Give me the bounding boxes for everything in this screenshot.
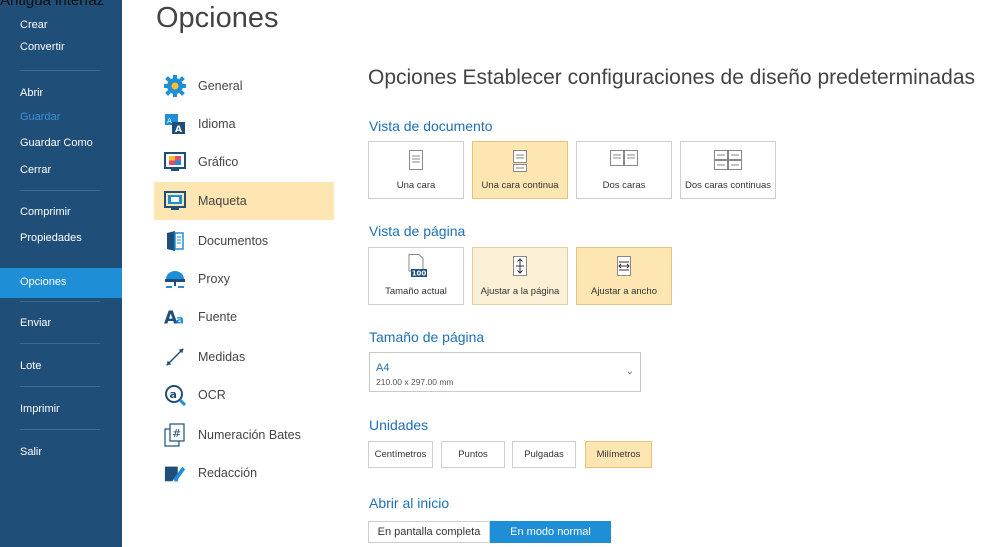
category-label: Maqueta <box>198 194 247 208</box>
single-page-icon <box>409 150 423 175</box>
caption-text: Antigua interfaz <box>0 0 105 9</box>
category-label: Gráfico <box>198 155 239 169</box>
category-maqueta[interactable]: Maqueta <box>154 182 334 220</box>
two-pages-continuous-icon <box>714 150 742 175</box>
sidebar-item-enviar[interactable]: Enviar <box>20 317 51 329</box>
category-grafico[interactable]: Gráfico <box>154 143 334 181</box>
category-label: Idioma <box>198 117 236 131</box>
category-label: General <box>198 79 243 93</box>
page-title: Opciones <box>156 2 279 34</box>
sidebar-item-abrir[interactable]: Abrir <box>20 87 43 99</box>
section-heading-document-view: Vista de documento <box>369 118 493 134</box>
sidebar-item-salir[interactable]: Salir <box>20 446 42 458</box>
view-option-dos-caras-continuas[interactable]: Dos caras continuas <box>680 141 776 199</box>
svg-text:a: a <box>170 388 177 401</box>
category-ocr[interactable]: a OCR <box>154 376 334 414</box>
section-heading-page-size: Tamaño de página <box>369 329 485 345</box>
category-general[interactable]: General <box>154 67 334 105</box>
category-label: Proxy <box>198 272 230 286</box>
startup-option-fullscreen[interactable]: En pantalla completa <box>368 521 490 543</box>
sidebar-item-opciones[interactable]: Opciones <box>20 276 66 288</box>
sidebar-item-cerrar[interactable]: Cerrar <box>20 164 51 176</box>
sidebar-divider <box>20 429 100 430</box>
svg-text:a: a <box>176 312 184 326</box>
sidebar-divider <box>20 386 100 387</box>
graphic-icon <box>164 151 186 173</box>
unit-option-centimetros[interactable]: Centímetros <box>368 441 433 468</box>
ocr-icon: a <box>164 384 186 406</box>
svg-text:A: A <box>175 125 182 135</box>
category-numeracion-bates[interactable]: # Numeración Bates <box>154 416 334 454</box>
view-option-label: Una cara continua <box>481 180 559 191</box>
view-option-label: Una cara <box>396 180 436 191</box>
startup-option-normal[interactable]: En modo normal <box>490 521 611 543</box>
view-option-label: Dos caras continuas <box>684 180 772 191</box>
font-icon: Aa <box>164 306 186 328</box>
page-option-tamano-actual[interactable]: 100 Tamaño actual <box>368 247 464 305</box>
page-option-label: Ajustar a ancho <box>590 286 657 297</box>
redaction-icon <box>164 462 186 484</box>
section-heading-units: Unidades <box>369 417 429 433</box>
svg-text:A: A <box>167 117 172 125</box>
unit-option-puntos[interactable]: Puntos <box>441 441 505 468</box>
category-fuente[interactable]: Aa Fuente <box>154 298 334 336</box>
sidebar-item-guardar: Guardar <box>20 111 61 123</box>
category-label: Redacción <box>198 466 258 480</box>
sidebar-item-propiedades[interactable]: Propiedades <box>20 232 82 244</box>
page-option-label: Tamaño actual <box>385 286 447 297</box>
category-label: OCR <box>198 388 226 402</box>
view-option-dos-caras[interactable]: Dos caras <box>576 141 672 199</box>
bates-icon: # <box>164 423 186 447</box>
fit-page-icon <box>513 256 527 281</box>
category-idioma[interactable]: AA Idioma <box>154 105 334 143</box>
svg-text:#: # <box>172 427 181 440</box>
page-option-ajustar-ancho[interactable]: Ajustar a ancho <box>576 247 672 305</box>
panel-title: Opciones Establecer configuraciones de d… <box>368 66 976 89</box>
layout-icon <box>164 190 186 212</box>
category-redaccion[interactable]: Redacción <box>154 454 334 492</box>
measure-icon <box>164 346 186 368</box>
view-option-una-cara-continua[interactable]: Una cara continua <box>472 141 568 199</box>
section-heading-startup: Abrir al inicio <box>369 495 450 511</box>
category-label: Medidas <box>198 350 246 364</box>
single-continuous-icon <box>513 150 527 177</box>
chevron-down-icon: ⌄ <box>625 366 634 377</box>
section-heading-page-view: Vista de página <box>369 223 466 239</box>
unit-option-milimetros[interactable]: Milímetros <box>585 441 652 468</box>
fit-width-icon <box>617 256 631 281</box>
view-option-label: Dos caras <box>602 180 646 191</box>
page-size-value: A4 <box>376 362 390 374</box>
gear-icon <box>164 75 186 97</box>
category-proxy[interactable]: Proxy <box>154 260 334 298</box>
documents-icon <box>164 230 186 252</box>
sidebar-item-crear[interactable]: Crear <box>20 19 48 31</box>
unit-option-pulgadas[interactable]: Pulgadas <box>512 441 576 468</box>
category-documentos[interactable]: Documentos <box>154 222 334 260</box>
sidebar-divider <box>20 190 100 191</box>
page-option-ajustar-pagina[interactable]: Ajustar a la página <box>472 247 568 305</box>
sidebar-divider <box>20 70 100 71</box>
actual-size-badge: 100 <box>412 270 427 278</box>
sidebar-item-guardar-como[interactable]: Guardar Como <box>20 137 93 149</box>
page-size-dimensions: 210.00 x 297.00 mm <box>376 377 454 387</box>
category-label: Documentos <box>198 234 269 248</box>
page-option-label: Ajustar a la página <box>480 286 560 297</box>
sidebar-item-lote[interactable]: Lote <box>20 360 41 372</box>
proxy-icon <box>164 268 186 290</box>
sidebar-item-convertir[interactable]: Convertir <box>20 41 65 53</box>
view-option-una-cara[interactable]: Una cara <box>368 141 464 199</box>
sidebar: Crear Convertir Abrir Guardar Guardar Co… <box>0 0 122 547</box>
page-size-dropdown[interactable]: A4 210.00 x 297.00 mm ⌄ <box>369 352 641 392</box>
actual-size-icon: 100 <box>405 254 427 283</box>
category-medidas[interactable]: Medidas <box>154 338 334 376</box>
sidebar-item-comprimir[interactable]: Comprimir <box>20 206 71 218</box>
two-pages-icon <box>610 150 638 171</box>
sidebar-item-imprimir[interactable]: Imprimir <box>20 403 60 415</box>
category-label: Fuente <box>198 310 237 324</box>
sidebar-divider <box>20 343 100 344</box>
category-label: Numeración Bates <box>198 428 301 442</box>
sidebar-divider <box>20 301 100 302</box>
language-icon: AA <box>164 113 186 135</box>
